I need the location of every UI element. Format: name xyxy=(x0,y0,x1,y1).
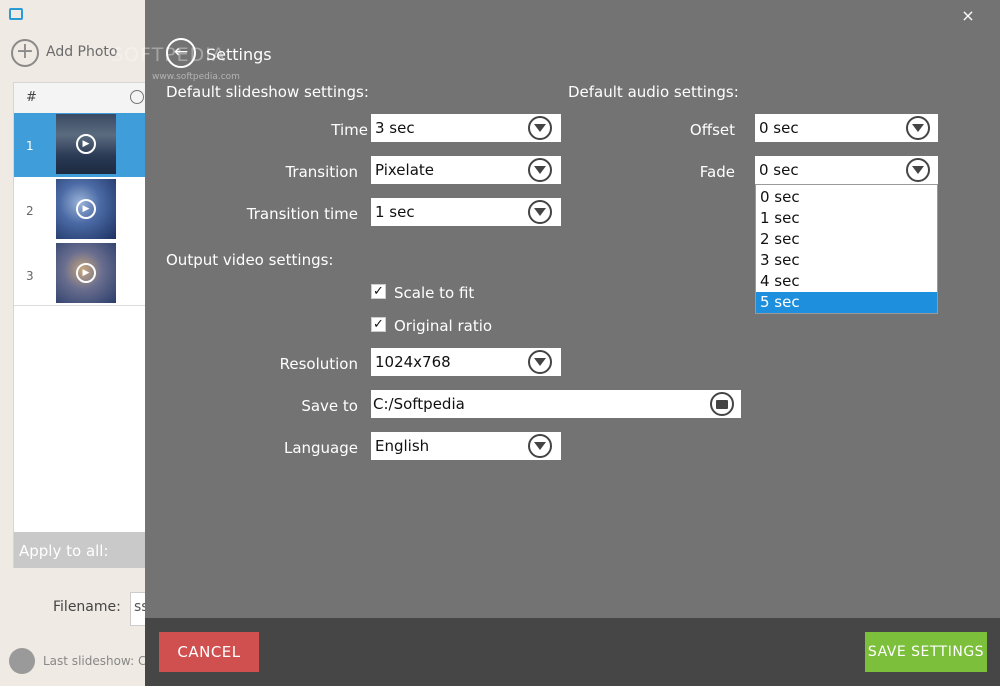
save-settings-button[interactable]: SAVE SETTINGS xyxy=(865,632,987,672)
chevron-down-icon[interactable] xyxy=(528,434,552,458)
row-number: 1 xyxy=(26,139,34,153)
fade-option[interactable]: 0 sec xyxy=(756,187,937,208)
fade-label: Fade xyxy=(699,163,735,181)
play-icon[interactable]: ▶ xyxy=(76,134,96,154)
chevron-down-icon[interactable] xyxy=(528,158,552,182)
transition-time-label: Transition time xyxy=(246,205,358,223)
transition-time-value: 1 sec xyxy=(375,203,415,221)
fade-value: 0 sec xyxy=(759,161,799,179)
chevron-down-icon[interactable] xyxy=(528,350,552,374)
page-title: Settings xyxy=(206,45,272,64)
back-arrow-icon[interactable]: ← xyxy=(166,38,196,68)
transition-label: Transition xyxy=(285,163,358,181)
save-to-field[interactable]: C:/Softpedia xyxy=(371,390,741,418)
fade-options-list: 0 sec 1 sec 2 sec 3 sec 4 sec 5 sec xyxy=(755,184,938,314)
watermark-url: www.softpedia.com xyxy=(152,72,240,82)
slideshow-settings-heading: Default slideshow settings: xyxy=(166,83,369,101)
output-settings-heading: Output video settings: xyxy=(166,251,334,269)
app-logo-icon xyxy=(9,8,23,20)
grid-column-number: # xyxy=(26,90,37,105)
cancel-button[interactable]: CANCEL xyxy=(159,632,259,672)
fade-option[interactable]: 3 sec xyxy=(756,250,937,271)
close-icon[interactable]: × xyxy=(960,6,976,26)
transition-time-dropdown[interactable]: 1 sec xyxy=(371,198,561,226)
photo-thumbnail[interactable]: ▶ xyxy=(56,243,116,303)
time-dropdown[interactable]: 3 sec xyxy=(371,114,561,142)
original-ratio-label[interactable]: Original ratio xyxy=(394,317,492,335)
transition-value: Pixelate xyxy=(375,161,434,179)
fade-option[interactable]: 4 sec xyxy=(756,271,937,292)
last-slideshow-label: Last slideshow: C xyxy=(43,654,147,668)
chevron-down-icon[interactable] xyxy=(906,158,930,182)
transition-dropdown[interactable]: Pixelate xyxy=(371,156,561,184)
save-to-label: Save to xyxy=(301,397,358,415)
chevron-down-icon[interactable] xyxy=(528,200,552,224)
row-number: 2 xyxy=(26,204,34,218)
photo-thumbnail[interactable]: ▶ xyxy=(56,114,116,174)
save-to-value: C:/Softpedia xyxy=(373,395,465,413)
original-ratio-checkbox[interactable]: ✓ xyxy=(371,317,386,332)
chevron-down-icon[interactable] xyxy=(906,116,930,140)
clock-icon xyxy=(130,90,144,104)
language-label: Language xyxy=(283,439,358,457)
scale-to-fit-checkbox[interactable]: ✓ xyxy=(371,284,386,299)
fade-dropdown[interactable]: 0 sec xyxy=(755,156,938,184)
play-icon[interactable]: ▶ xyxy=(76,263,96,283)
fade-option[interactable]: 2 sec xyxy=(756,229,937,250)
resolution-label: Resolution xyxy=(279,355,358,373)
add-photo-button[interactable]: Add Photo xyxy=(46,44,118,60)
apply-to-all-label: Apply to all: xyxy=(19,542,109,560)
folder-icon[interactable] xyxy=(710,392,734,416)
photo-thumbnail[interactable]: ▶ xyxy=(56,179,116,239)
fade-option-selected[interactable]: 5 sec xyxy=(756,292,937,313)
resolution-value: 1024x768 xyxy=(375,353,451,371)
language-value: English xyxy=(375,437,430,455)
time-label: Time xyxy=(331,121,368,139)
chevron-down-icon[interactable] xyxy=(528,116,552,140)
folder-icon[interactable] xyxy=(9,648,35,674)
play-icon[interactable]: ▶ xyxy=(76,199,96,219)
fade-option[interactable]: 1 sec xyxy=(756,208,937,229)
time-value: 3 sec xyxy=(375,119,415,137)
resolution-dropdown[interactable]: 1024x768 xyxy=(371,348,561,376)
language-dropdown[interactable]: English xyxy=(371,432,561,460)
settings-overlay xyxy=(145,0,1000,686)
offset-label: Offset xyxy=(689,121,735,139)
audio-settings-heading: Default audio settings: xyxy=(568,83,739,101)
filename-label: Filename: xyxy=(53,599,121,615)
plus-circle-icon[interactable]: + xyxy=(11,39,39,67)
offset-value: 0 sec xyxy=(759,119,799,137)
scale-to-fit-label[interactable]: Scale to fit xyxy=(394,284,474,302)
offset-dropdown[interactable]: 0 sec xyxy=(755,114,938,142)
row-number: 3 xyxy=(26,269,34,283)
